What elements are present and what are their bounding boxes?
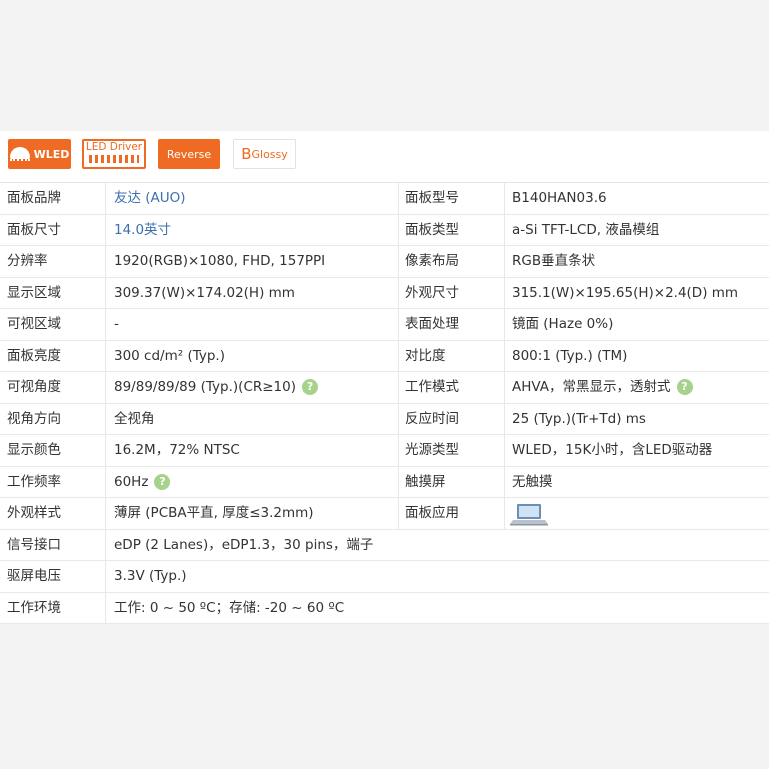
chip-icon bbox=[89, 155, 139, 164]
spec-value: B140HAN03.6 bbox=[512, 190, 607, 206]
spec-value: 无触摸 bbox=[512, 473, 553, 490]
spec-key: 工作频率 bbox=[7, 473, 61, 490]
brand-link[interactable]: 友达 (AUO) bbox=[114, 183, 186, 214]
table-row: 信号接口 eDP (2 Lanes)，eDP1.3，30 pins，端子 bbox=[0, 529, 769, 561]
spec-value: 全视角 bbox=[114, 410, 155, 427]
spec-value: 1920(RGB)×1080, FHD, 157PPI bbox=[114, 253, 326, 269]
table-row: 工作频率 60Hz? 触摸屏 无触摸 bbox=[0, 466, 769, 498]
spec-key: 面板类型 bbox=[405, 221, 459, 238]
table-row: 驱屏电压 3.3V (Typ.) bbox=[0, 561, 769, 593]
laptop-icon[interactable] bbox=[510, 502, 548, 526]
led-driver-badge: LED Driver bbox=[82, 139, 146, 169]
glossy-badge: B Glossy bbox=[233, 139, 296, 169]
spec-key: 可视区域 bbox=[7, 316, 61, 332]
spec-value: 60Hz bbox=[114, 473, 149, 490]
spec-key: 光源类型 bbox=[405, 442, 459, 458]
spec-key: 反应时间 bbox=[405, 410, 459, 427]
spec-value: RGB垂直条状 bbox=[512, 253, 596, 269]
glossy-badge-label: Glossy bbox=[251, 147, 288, 161]
table-row: 可视区域 - 表面处理 镜面 (Haze 0%) bbox=[0, 309, 769, 341]
led-driver-badge-label: LED Driver bbox=[85, 140, 143, 153]
table-row: 面板品牌 友达 (AUO) 面板型号 B140HAN03.6 bbox=[0, 183, 769, 215]
spec-value: 300 cd/m² (Typ.) bbox=[114, 347, 225, 364]
spec-key: 面板尺寸 bbox=[7, 221, 61, 238]
spec-key: 显示颜色 bbox=[7, 442, 61, 458]
spec-panel: WLED LED Driver Reverse B Glossy 面板品牌 友达… bbox=[0, 131, 769, 624]
led-bulb-icon bbox=[9, 147, 30, 161]
spec-value: a-Si TFT-LCD, 液晶模组 bbox=[512, 221, 660, 238]
spec-key: 外观尺寸 bbox=[405, 284, 459, 301]
table-row: 可视角度 89/89/89/89 (Typ.)(CR≥10)? 工作模式 AHV… bbox=[0, 372, 769, 404]
spec-key: 信号接口 bbox=[7, 536, 61, 553]
spec-key: 可视角度 bbox=[7, 379, 61, 395]
spec-value: eDP (2 Lanes)，eDP1.3，30 pins，端子 bbox=[114, 536, 374, 553]
table-row: 显示颜色 16.2M，72% NTSC 光源类型 WLED，15K小时，含LED… bbox=[0, 435, 769, 467]
spec-value: WLED，15K小时，含LED驱动器 bbox=[512, 442, 713, 458]
spec-key: 显示区域 bbox=[7, 284, 61, 301]
help-icon[interactable]: ? bbox=[302, 379, 319, 395]
spec-key: 面板品牌 bbox=[7, 190, 61, 206]
spec-key: 分辨率 bbox=[7, 253, 48, 269]
spec-key: 工作环境 bbox=[7, 599, 61, 616]
spec-value: 3.3V (Typ.) bbox=[114, 568, 187, 584]
spec-key: 面板型号 bbox=[405, 190, 459, 206]
table-row: 分辨率 1920(RGB)×1080, FHD, 157PPI 像素布局 RGB… bbox=[0, 246, 769, 278]
operation-mode-cell: AHVA，常黑显示，透射式? bbox=[512, 372, 693, 403]
spec-key: 工作模式 bbox=[405, 379, 459, 395]
size-link[interactable]: 14.0英寸 bbox=[114, 215, 171, 246]
spec-key: 表面处理 bbox=[405, 316, 459, 332]
wled-badge: WLED bbox=[8, 139, 71, 169]
spec-value: 315.1(W)×195.65(H)×2.4(D) mm bbox=[512, 284, 739, 301]
spec-key: 触摸屏 bbox=[405, 473, 446, 490]
wled-badge-label: WLED bbox=[33, 147, 70, 161]
spec-key: 面板应用 bbox=[405, 505, 459, 521]
spec-value: 25 (Typ.)(Tr+Td) ms bbox=[512, 410, 646, 427]
spec-value: 镜面 (Haze 0%) bbox=[512, 316, 614, 332]
spec-value: 89/89/89/89 (Typ.)(CR≥10) bbox=[114, 379, 297, 395]
feature-badges: WLED LED Driver Reverse B Glossy bbox=[0, 131, 769, 183]
spec-value: 薄屏 (PCBA平直, 厚度≤3.2mm) bbox=[114, 505, 314, 521]
spec-key: 像素布局 bbox=[405, 253, 459, 269]
help-icon[interactable]: ? bbox=[676, 379, 693, 395]
spec-key: 视角方向 bbox=[7, 410, 61, 427]
spec-key: 驱屏电压 bbox=[7, 568, 61, 584]
refresh-rate-cell: 60Hz? bbox=[114, 467, 171, 498]
glossy-mark: B bbox=[241, 144, 251, 163]
spec-value: - bbox=[114, 316, 119, 332]
spec-value: 800:1 (Typ.) (TM) bbox=[512, 347, 628, 364]
spec-table: 面板品牌 友达 (AUO) 面板型号 B140HAN03.6 面板尺寸 14.0… bbox=[0, 183, 769, 624]
spec-value: 工作: 0 ~ 50 ºC；存储: -20 ~ 60 ºC bbox=[114, 599, 345, 616]
spec-key: 对比度 bbox=[405, 347, 446, 364]
viewing-angle-cell: 89/89/89/89 (Typ.)(CR≥10)? bbox=[114, 372, 319, 403]
spec-value: AHVA，常黑显示，透射式 bbox=[512, 379, 671, 395]
table-row: 面板尺寸 14.0英寸 面板类型 a-Si TFT-LCD, 液晶模组 bbox=[0, 214, 769, 246]
reverse-badge: Reverse bbox=[158, 139, 220, 169]
spec-key: 面板亮度 bbox=[7, 347, 61, 364]
spec-value: 309.37(W)×174.02(H) mm bbox=[114, 284, 295, 301]
spec-key: 外观样式 bbox=[7, 505, 61, 521]
table-row: 工作环境 工作: 0 ~ 50 ºC；存储: -20 ~ 60 ºC bbox=[0, 592, 769, 624]
table-row: 视角方向 全视角 反应时间 25 (Typ.)(Tr+Td) ms bbox=[0, 403, 769, 435]
table-row: 外观样式 薄屏 (PCBA平直, 厚度≤3.2mm) 面板应用 bbox=[0, 498, 769, 530]
help-icon[interactable]: ? bbox=[154, 473, 171, 490]
reverse-badge-label: Reverse bbox=[166, 147, 212, 161]
table-row: 显示区域 309.37(W)×174.02(H) mm 外观尺寸 315.1(W… bbox=[0, 277, 769, 309]
table-row: 面板亮度 300 cd/m² (Typ.) 对比度 800:1 (Typ.) (… bbox=[0, 340, 769, 372]
spec-value: 16.2M，72% NTSC bbox=[114, 442, 240, 458]
